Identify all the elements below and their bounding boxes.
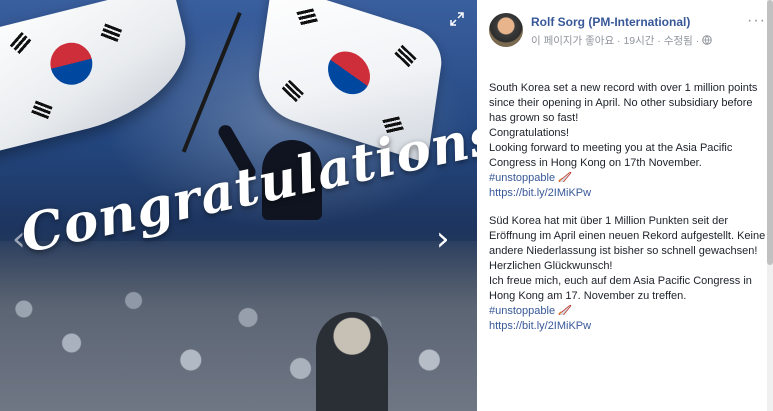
trigram-mark bbox=[281, 79, 304, 103]
globe-icon bbox=[702, 35, 712, 45]
taegeuk-symbol bbox=[320, 42, 378, 103]
speaker-silhouette bbox=[316, 312, 388, 411]
next-photo-button[interactable]: › bbox=[436, 222, 450, 256]
hashtag-line: #unstoppable bbox=[489, 171, 769, 186]
more-options-button[interactable]: ··· bbox=[747, 12, 766, 30]
meta-separator: · bbox=[692, 35, 703, 47]
crowd-background bbox=[0, 241, 477, 411]
link-line: https://bit.ly/2IMiKPw bbox=[489, 186, 769, 201]
scrollbar-thumb[interactable] bbox=[767, 0, 773, 265]
post-panel: Rolf Sorg (PM-International) ··· 이 페이지가 … bbox=[477, 0, 773, 411]
edited-label[interactable]: 수정됨 bbox=[664, 35, 693, 47]
meta-separator: · bbox=[654, 35, 664, 47]
previous-photo-button[interactable]: ‹ bbox=[12, 222, 26, 256]
trigram-mark bbox=[296, 8, 319, 27]
post-photo[interactable]: Congratulations ‹ › bbox=[0, 0, 477, 411]
post-meta: 이 페이지가 좋아요 · 19시간 · 수정됨 · bbox=[531, 33, 712, 48]
trigram-mark bbox=[393, 44, 417, 68]
trigram-mark bbox=[100, 23, 123, 43]
shortlink[interactable]: https://bit.ly/2IMiKPw bbox=[489, 320, 591, 332]
korean-flag-ribbon bbox=[0, 0, 202, 157]
post-paragraph: Looking forward to meeting you at the As… bbox=[489, 142, 733, 169]
hashtag-link[interactable]: #unstoppable bbox=[489, 305, 555, 317]
hashtag-link[interactable]: #unstoppable bbox=[489, 172, 555, 184]
trigram-mark bbox=[9, 31, 33, 55]
post-text-english: South Korea set a new record with over 1… bbox=[489, 81, 769, 201]
rocket-icon bbox=[558, 172, 572, 182]
post-paragraph: Süd Korea hat mit über 1 Million Punkten… bbox=[489, 215, 766, 272]
scrollbar[interactable] bbox=[767, 0, 773, 411]
like-page-label[interactable]: 이 페이지가 좋아요 bbox=[531, 35, 614, 47]
post-author-link[interactable]: Rolf Sorg (PM-International) bbox=[531, 15, 690, 29]
rocket-icon bbox=[558, 305, 572, 315]
post-paragraph: Congratulations! bbox=[489, 127, 570, 139]
expand-icon[interactable] bbox=[450, 12, 464, 26]
post-text-german: Süd Korea hat mit über 1 Million Punkten… bbox=[489, 214, 769, 334]
taegeuk-symbol bbox=[45, 38, 97, 90]
link-line: https://bit.ly/2IMiKPw bbox=[489, 319, 769, 334]
hashtag-line: #unstoppable bbox=[489, 304, 769, 319]
post-paragraph: Ich freue mich, euch auf dem Asia Pacifi… bbox=[489, 275, 752, 302]
post-timestamp[interactable]: 19시간 bbox=[623, 35, 654, 47]
trigram-mark bbox=[30, 100, 53, 121]
post-paragraph: South Korea set a new record with over 1… bbox=[489, 82, 758, 124]
avatar[interactable] bbox=[489, 13, 523, 47]
shortlink[interactable]: https://bit.ly/2IMiKPw bbox=[489, 187, 591, 199]
